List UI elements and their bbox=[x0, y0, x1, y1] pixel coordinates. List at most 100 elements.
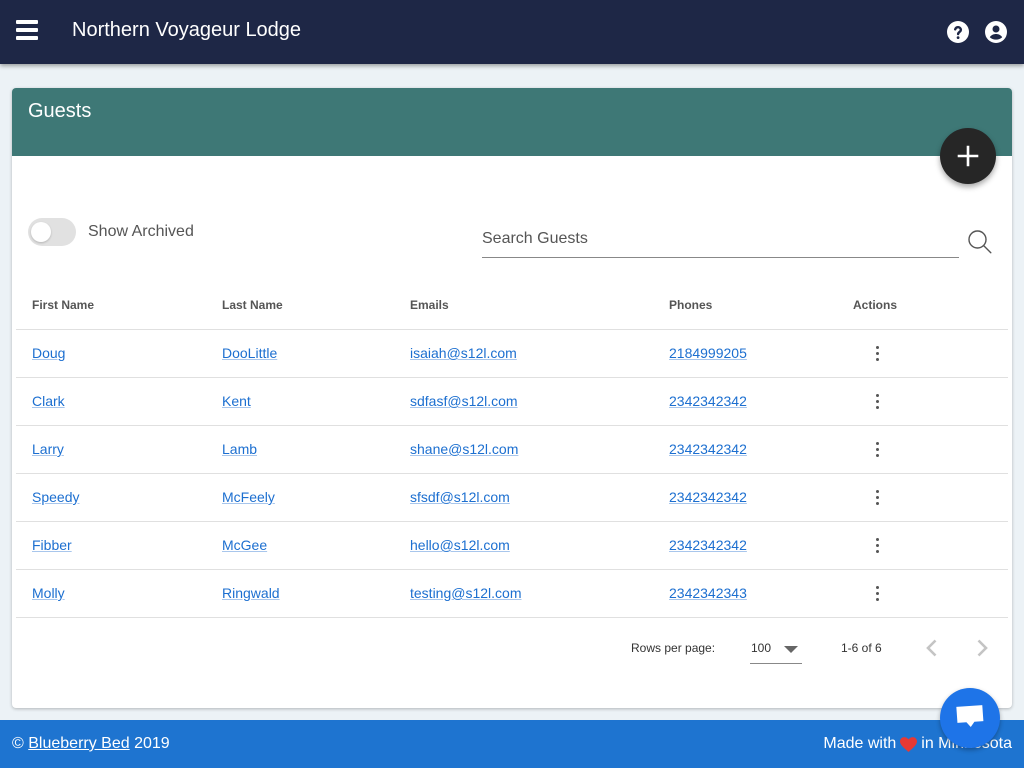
chevron-left-icon[interactable] bbox=[920, 636, 944, 660]
copyright-symbol: © bbox=[12, 735, 24, 752]
table-row: Clark Kent sdfasf@s12l.com 2342342342 bbox=[16, 377, 1008, 426]
email-cell: testing@s12l.com bbox=[394, 569, 653, 618]
help-circle-icon[interactable] bbox=[946, 20, 970, 44]
phone-link[interactable]: 2342342342 bbox=[669, 489, 747, 505]
first-name-cell: Fibber bbox=[16, 521, 206, 570]
column-header-first-name[interactable]: First Name bbox=[16, 281, 206, 330]
app-title: Northern Voyageur Lodge bbox=[72, 19, 302, 41]
last-name-cell: Ringwald bbox=[206, 569, 394, 618]
search-field bbox=[482, 221, 959, 258]
last-name-cell: DooLittle bbox=[206, 329, 394, 378]
first-name-cell: Doug bbox=[16, 329, 206, 378]
column-header-phones[interactable]: Phones bbox=[653, 281, 851, 330]
search-input[interactable] bbox=[482, 221, 959, 257]
brand-link[interactable]: Blueberry Bed bbox=[28, 735, 129, 752]
phone-cell: 2342342342 bbox=[653, 521, 851, 570]
actions-cell bbox=[851, 329, 1008, 378]
email-link[interactable]: sdfasf@s12l.com bbox=[410, 393, 518, 409]
phone-link[interactable]: 2342342343 bbox=[669, 585, 747, 601]
last-name-link[interactable]: Lamb bbox=[222, 441, 257, 457]
first-name-link[interactable]: Clark bbox=[32, 393, 65, 409]
last-name-link[interactable]: Kent bbox=[222, 393, 251, 409]
phone-cell: 2342342342 bbox=[653, 377, 851, 426]
more-vert-icon[interactable] bbox=[869, 584, 885, 602]
last-name-cell: Kent bbox=[206, 377, 394, 426]
page-range: 1-6 of 6 bbox=[841, 641, 882, 655]
email-cell: sfsdf@s12l.com bbox=[394, 473, 653, 522]
email-link[interactable]: isaiah@s12l.com bbox=[410, 345, 517, 361]
phone-cell: 2184999205 bbox=[653, 329, 851, 378]
more-vert-icon[interactable] bbox=[869, 344, 885, 362]
card-header: Guests bbox=[12, 88, 1012, 156]
last-name-cell: Lamb bbox=[206, 425, 394, 474]
first-name-link[interactable]: Larry bbox=[32, 441, 64, 457]
table-row: Speedy McFeely sfsdf@s12l.com 2342342342 bbox=[16, 473, 1008, 522]
actions-cell bbox=[851, 425, 1008, 474]
footer: © Blueberry Bed 2019 Made with in Minnes… bbox=[0, 720, 1024, 768]
rows-per-page-label: Rows per page: bbox=[631, 641, 716, 655]
toggle-thumb bbox=[31, 222, 51, 242]
actions-cell bbox=[851, 377, 1008, 426]
more-vert-icon[interactable] bbox=[869, 536, 885, 554]
actions-cell bbox=[851, 473, 1008, 522]
more-vert-icon[interactable] bbox=[869, 440, 885, 458]
add-guest-button[interactable] bbox=[940, 128, 996, 184]
phone-cell: 2342342343 bbox=[653, 569, 851, 618]
made-with-text: Made with bbox=[823, 735, 897, 752]
account-circle-icon[interactable] bbox=[984, 20, 1008, 44]
column-header-last-name[interactable]: Last Name bbox=[206, 281, 394, 330]
email-link[interactable]: testing@s12l.com bbox=[410, 585, 521, 601]
guests-card: Guests Show Archived First Name Last Nam… bbox=[12, 88, 1012, 708]
more-vert-icon[interactable] bbox=[869, 392, 885, 410]
first-name-cell: Clark bbox=[16, 377, 206, 426]
email-cell: shane@s12l.com bbox=[394, 425, 653, 474]
last-name-link[interactable]: McGee bbox=[222, 537, 267, 553]
column-header-actions: Actions bbox=[851, 281, 1008, 330]
email-cell: isaiah@s12l.com bbox=[394, 329, 653, 378]
phone-link[interactable]: 2342342342 bbox=[669, 393, 747, 409]
email-link[interactable]: shane@s12l.com bbox=[410, 441, 518, 457]
column-header-emails[interactable]: Emails bbox=[394, 281, 653, 330]
first-name-link[interactable]: Doug bbox=[32, 345, 65, 361]
table-header-row: First Name Last Name Emails Phones Actio… bbox=[16, 281, 1008, 330]
email-cell: hello@s12l.com bbox=[394, 521, 653, 570]
last-name-cell: McGee bbox=[206, 521, 394, 570]
show-archived-label: Show Archived bbox=[88, 223, 194, 240]
email-link[interactable]: hello@s12l.com bbox=[410, 537, 510, 553]
rows-per-page-select[interactable]: 100 bbox=[750, 634, 802, 664]
search-icon[interactable] bbox=[966, 228, 994, 256]
chevron-right-icon[interactable] bbox=[970, 636, 994, 660]
table-row: Molly Ringwald testing@s12l.com 23423423… bbox=[16, 569, 1008, 618]
first-name-cell: Larry bbox=[16, 425, 206, 474]
table-row: Larry Lamb shane@s12l.com 2342342342 bbox=[16, 425, 1008, 474]
first-name-cell: Speedy bbox=[16, 473, 206, 522]
last-name-link[interactable]: McFeely bbox=[222, 489, 275, 505]
first-name-link[interactable]: Speedy bbox=[32, 489, 79, 505]
first-name-cell: Molly bbox=[16, 569, 206, 618]
actions-cell bbox=[851, 569, 1008, 618]
first-name-link[interactable]: Molly bbox=[32, 585, 65, 601]
actions-cell bbox=[851, 521, 1008, 570]
phone-link[interactable]: 2342342342 bbox=[669, 441, 747, 457]
heart-icon bbox=[900, 736, 918, 752]
card-title: Guests bbox=[28, 100, 92, 122]
phone-cell: 2342342342 bbox=[653, 473, 851, 522]
plus-icon bbox=[957, 145, 979, 167]
table-row: Doug DooLittle isaiah@s12l.com 218499920… bbox=[16, 329, 1008, 378]
app-bar: Northern Voyageur Lodge bbox=[0, 0, 1024, 64]
last-name-link[interactable]: DooLittle bbox=[222, 345, 277, 361]
first-name-link[interactable]: Fibber bbox=[32, 537, 72, 553]
hamburger-menu-icon[interactable] bbox=[16, 20, 40, 44]
arrow-drop-down-icon bbox=[784, 646, 798, 653]
chat-button[interactable] bbox=[940, 688, 1000, 748]
rows-per-page-value: 100 bbox=[751, 641, 772, 655]
footer-copyright: © Blueberry Bed 2019 bbox=[12, 735, 170, 753]
table-row: Fibber McGee hello@s12l.com 2342342342 bbox=[16, 521, 1008, 570]
email-link[interactable]: sfsdf@s12l.com bbox=[410, 489, 510, 505]
phone-cell: 2342342342 bbox=[653, 425, 851, 474]
last-name-link[interactable]: Ringwald bbox=[222, 585, 280, 601]
phone-link[interactable]: 2342342342 bbox=[669, 537, 747, 553]
more-vert-icon[interactable] bbox=[869, 488, 885, 506]
show-archived-toggle[interactable] bbox=[28, 218, 76, 246]
phone-link[interactable]: 2184999205 bbox=[669, 345, 747, 361]
